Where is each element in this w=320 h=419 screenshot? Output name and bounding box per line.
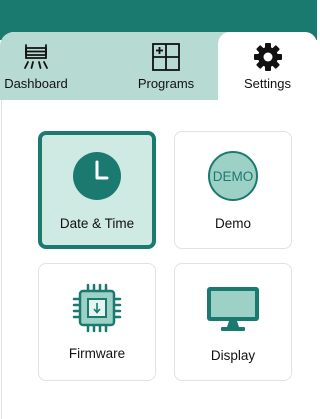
display-label: Display: [210, 348, 256, 363]
tab-dashboard[interactable]: Dashboard: [0, 32, 72, 100]
tab-dashboard-label: Dashboard: [4, 76, 68, 91]
tab-settings[interactable]: Settings: [218, 32, 317, 102]
firmware-label: Firmware: [68, 346, 126, 361]
firmware-card[interactable]: Firmware: [38, 263, 156, 381]
tab-programs[interactable]: Programs: [124, 32, 208, 100]
demo-badge-icon: DEMO: [207, 150, 259, 202]
date-time-label: Date & Time: [59, 216, 135, 231]
left-edge-divider: [1, 100, 2, 419]
display-card[interactable]: Display: [174, 263, 292, 381]
date-time-card[interactable]: Date & Time: [38, 131, 156, 249]
tab-programs-label: Programs: [137, 76, 195, 91]
demo-badge-text: DEMO: [212, 168, 254, 184]
tab-settings-label: Settings: [244, 76, 291, 91]
monitor-icon: [204, 282, 262, 334]
grid-plus-icon: [151, 42, 181, 72]
clock-icon: [71, 150, 123, 202]
demo-label: Demo: [214, 216, 251, 231]
heater-icon: [19, 42, 53, 72]
gear-icon: [253, 42, 283, 72]
demo-card[interactable]: DEMO Demo: [174, 131, 292, 249]
chip-icon: [70, 282, 124, 334]
